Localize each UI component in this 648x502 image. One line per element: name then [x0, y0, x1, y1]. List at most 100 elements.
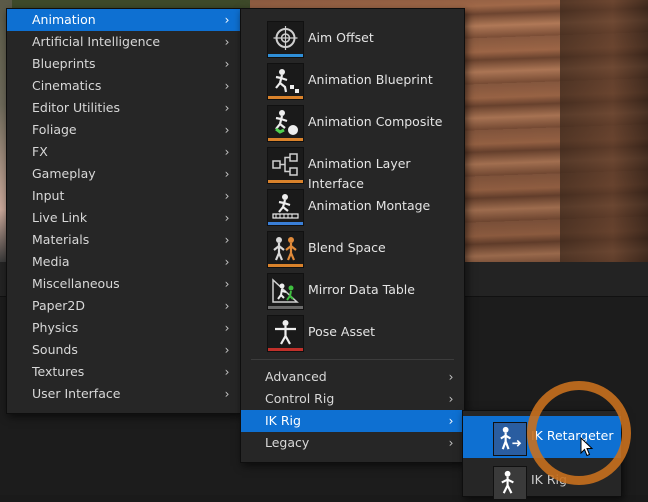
- menu-item-label: User Interface: [32, 386, 121, 401]
- asset-item-animation-montage[interactable]: Animation Montage: [241, 184, 464, 226]
- menu-item-label: Miscellaneous: [32, 276, 120, 291]
- asset-item-label: Blend Space: [308, 240, 386, 255]
- asset-item-label: Mirror Data Table: [308, 282, 415, 297]
- asset-item-label: Animation Composite: [308, 114, 443, 129]
- chevron-right-icon: ›: [224, 343, 230, 357]
- asset-thumbnail: [267, 315, 304, 352]
- menu-item-sounds[interactable]: Sounds ›: [7, 339, 240, 361]
- menu-item-label: Gameplay: [32, 166, 96, 181]
- chevron-right-icon: ›: [224, 145, 230, 159]
- menu-item-label: Paper2D: [32, 298, 85, 313]
- asset-item-mirror-data-table[interactable]: Mirror Data Table: [241, 268, 464, 310]
- asset-type-color-bar: [268, 180, 303, 183]
- chevron-right-icon: ›: [224, 387, 230, 401]
- menu-item-label: Sounds: [32, 342, 78, 357]
- chevron-right-icon: ›: [224, 189, 230, 203]
- asset-item-label: Animation Montage: [308, 198, 431, 213]
- asset-item-animation-blueprint[interactable]: Animation Blueprint: [241, 58, 464, 100]
- menu-item-label: Input: [32, 188, 65, 203]
- menu-item-label: FX: [32, 144, 48, 159]
- asset-thumbnail: [267, 189, 304, 226]
- menu-item-paper2d[interactable]: Paper2D ›: [7, 295, 240, 317]
- asset-type-color-bar: [268, 138, 303, 141]
- menu-item-fx[interactable]: FX ›: [7, 141, 240, 163]
- menu-item-label: Physics: [32, 320, 79, 335]
- chevron-right-icon: ›: [224, 277, 230, 291]
- menu-item-foliage[interactable]: Foliage ›: [7, 119, 240, 141]
- rock-shadow: [560, 0, 648, 262]
- asset-item-animation-composite[interactable]: Animation Composite: [241, 100, 464, 142]
- asset-type-color-bar: [268, 222, 303, 225]
- asset-thumbnail: [267, 21, 304, 58]
- asset-type-color-bar: [268, 348, 303, 351]
- chevron-right-icon: ›: [224, 79, 230, 93]
- animation-composite-icon: [275, 110, 298, 135]
- chevron-right-icon: ›: [224, 299, 230, 313]
- menu-item-label: Media: [32, 254, 70, 269]
- chevron-right-icon: ›: [448, 392, 454, 406]
- asset-item-label: Aim Offset: [308, 30, 374, 45]
- chevron-right-icon: ›: [224, 13, 230, 27]
- menu-item-label: Foliage: [32, 122, 77, 137]
- aim-offset-icon: [273, 26, 298, 50]
- menu-item-miscellaneous[interactable]: Miscellaneous ›: [7, 273, 240, 295]
- submenu-item-advanced[interactable]: Advanced ›: [241, 366, 464, 388]
- menu-item-blueprints[interactable]: Blueprints ›: [7, 53, 240, 75]
- mirror-data-table-icon: [272, 278, 299, 303]
- asset-item-label: Animation Blueprint: [308, 72, 433, 87]
- menu-item-label: Textures: [32, 364, 85, 379]
- menu-item-textures[interactable]: Textures ›: [7, 361, 240, 383]
- animation-montage-icon: [272, 194, 299, 219]
- animation-menu: Aim Offset Animation Blueprint Animation C…: [240, 8, 465, 463]
- asset-item-animation-layer-interface[interactable]: Animation Layer Interface: [241, 142, 464, 191]
- menu-item-label: Blueprints: [32, 56, 96, 71]
- menu-item-animation[interactable]: Animation ›: [7, 9, 240, 31]
- submenu-item-label: Control Rig: [265, 391, 335, 406]
- menu-item-live-link[interactable]: Live Link ›: [7, 207, 240, 229]
- chevron-right-icon: ›: [224, 123, 230, 137]
- menu-item-input[interactable]: Input ›: [7, 185, 240, 207]
- asset-thumbnail: [267, 147, 304, 184]
- menu-item-cinematics[interactable]: Cinematics ›: [7, 75, 240, 97]
- chevron-right-icon: ›: [224, 321, 230, 335]
- chevron-right-icon: ›: [224, 57, 230, 71]
- menu-item-label: Cinematics: [32, 78, 102, 93]
- menu-item-artificial-intelligence[interactable]: Artificial Intelligence ›: [7, 31, 240, 53]
- asset-thumbnail: [267, 273, 304, 310]
- menu-item-label: Animation: [32, 12, 96, 27]
- asset-item-blend-space[interactable]: Blend Space: [241, 226, 464, 268]
- asset-type-color-bar: [268, 54, 303, 57]
- asset-item-pose-asset[interactable]: Pose Asset: [241, 310, 464, 352]
- menu-item-media[interactable]: Media ›: [7, 251, 240, 273]
- asset-thumbnail: [267, 231, 304, 268]
- blend-space-icon: [273, 237, 297, 261]
- menu-item-physics[interactable]: Physics ›: [7, 317, 240, 339]
- asset-thumbnail: [267, 63, 304, 100]
- submenu-item-legacy[interactable]: Legacy ›: [241, 432, 464, 454]
- ik-retargeter-icon: [500, 426, 522, 450]
- chevron-right-icon: ›: [448, 436, 454, 450]
- asset-type-color-bar: [268, 96, 303, 99]
- menu-item-editor-utilities[interactable]: Editor Utilities ›: [7, 97, 240, 119]
- menu-item-materials[interactable]: Materials ›: [7, 229, 240, 251]
- menu-item-user-interface[interactable]: User Interface ›: [7, 383, 240, 405]
- highlight-ring: [527, 381, 631, 485]
- category-menu: Animation › Artificial Intelligence › Bluepr…: [6, 8, 241, 414]
- chevron-right-icon: ›: [224, 211, 230, 225]
- submenu-item-ik-rig[interactable]: IK Rig ›: [241, 410, 464, 432]
- asset-item-aim-offset[interactable]: Aim Offset: [241, 16, 464, 58]
- menu-item-gameplay[interactable]: Gameplay ›: [7, 163, 240, 185]
- ik-rig-icon: [501, 470, 514, 494]
- mouse-cursor-icon: [580, 437, 594, 457]
- chevron-right-icon: ›: [224, 233, 230, 247]
- menu-item-label: Materials: [32, 232, 90, 247]
- animation-layer-interface-icon: [272, 153, 298, 176]
- chevron-right-icon: ›: [448, 370, 454, 384]
- chevron-right-icon: ›: [224, 35, 230, 49]
- submenu-item-label: Advanced: [265, 369, 327, 384]
- menu-item-label: Editor Utilities: [32, 100, 121, 115]
- chevron-right-icon: ›: [224, 365, 230, 379]
- submenu-item-control-rig[interactable]: Control Rig ›: [241, 388, 464, 410]
- asset-item-label: Pose Asset: [308, 324, 376, 339]
- chevron-right-icon: ›: [224, 255, 230, 269]
